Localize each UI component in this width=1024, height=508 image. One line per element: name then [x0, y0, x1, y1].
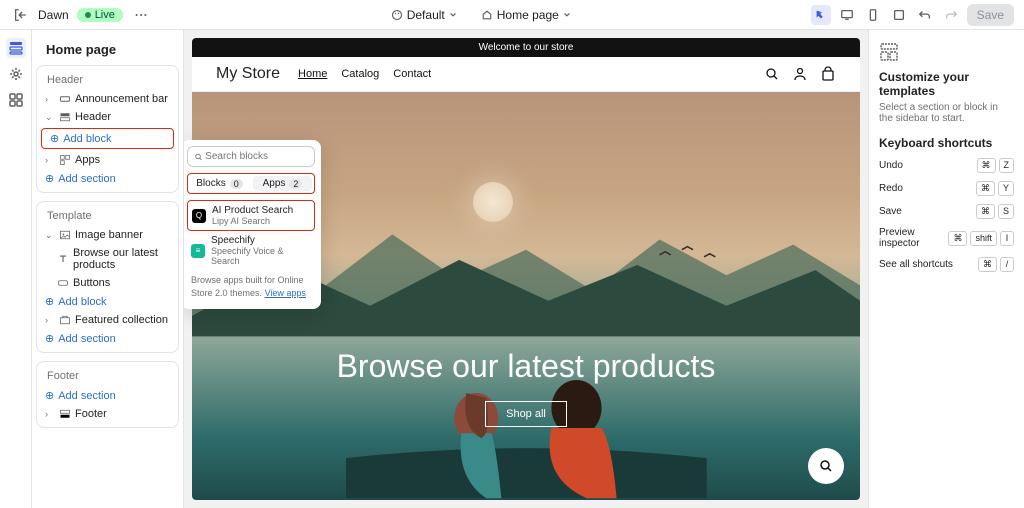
key: I	[1000, 231, 1014, 246]
image-banner-section[interactable]: ⌄Image banner	[37, 226, 178, 244]
plus-icon: ⊕	[45, 332, 54, 345]
search-icon	[194, 152, 203, 162]
button-icon	[57, 277, 69, 289]
block-search[interactable]	[187, 146, 315, 167]
store-name: My Store	[216, 65, 280, 83]
page-dropdown[interactable]: Home page	[475, 5, 577, 25]
shortcut-label: See all shortcuts	[879, 259, 953, 270]
shortcut-row[interactable]: Preview inspector⌘shiftI	[879, 223, 1014, 253]
chevron-down-icon	[449, 11, 457, 19]
chevron-down-icon	[563, 11, 571, 19]
key: ⌘	[976, 181, 995, 196]
fullscreen-button[interactable]	[889, 5, 909, 25]
plus-icon: ⊕	[45, 389, 54, 402]
add-block-link[interactable]: ⊕Add block	[37, 292, 178, 311]
theme-settings-tab-icon[interactable]	[6, 64, 26, 84]
add-section-link[interactable]: ⊕Add section	[37, 386, 178, 405]
undo-button[interactable]	[915, 5, 935, 25]
exit-button[interactable]	[10, 5, 30, 25]
apps-section[interactable]: ›Apps	[37, 151, 178, 169]
style-dropdown[interactable]: Default	[385, 5, 463, 25]
header-icon	[59, 111, 71, 123]
key: ⌘	[976, 204, 995, 219]
shortcut-row[interactable]: See all shortcuts ⌘/	[879, 253, 1014, 276]
account-icon[interactable]	[792, 66, 808, 82]
app-item-speechify[interactable]: ≡ SpeechifySpeechify Voice & Search	[187, 231, 315, 270]
header-section[interactable]: ⌄Header	[37, 108, 178, 126]
shortcut-row[interactable]: Save ⌘S	[879, 200, 1014, 223]
footer-icon	[59, 408, 71, 420]
nav-catalog[interactable]: Catalog	[341, 68, 379, 80]
heading-block[interactable]: Browse our latest products	[37, 244, 178, 274]
add-section-link[interactable]: ⊕Add section	[37, 329, 178, 348]
text-icon	[57, 253, 69, 265]
key: S	[998, 204, 1014, 219]
key: Z	[999, 158, 1015, 173]
mobile-view-button[interactable]	[863, 5, 883, 25]
apps-tab[interactable]: Apps2	[253, 176, 312, 191]
blocks-tab[interactable]: Blocks0	[190, 176, 249, 191]
buttons-block[interactable]: Buttons	[37, 274, 178, 292]
footer-section[interactable]: ›Footer	[37, 405, 178, 423]
apps-icon	[59, 154, 71, 166]
plus-icon: ⊕	[45, 295, 54, 308]
featured-collection-section[interactable]: ›Featured collection	[37, 311, 178, 329]
live-badge: Live	[77, 8, 123, 22]
cart-icon[interactable]	[820, 66, 836, 82]
shortcut-label: Save	[879, 206, 902, 217]
home-icon	[481, 9, 493, 21]
redo-button[interactable]	[941, 5, 961, 25]
template-icon	[879, 42, 899, 62]
app-item-ai-product-search[interactable]: Q AI Product SearchLipy AI Search	[187, 200, 315, 231]
key: ⌘	[948, 231, 967, 246]
palette-icon	[391, 9, 403, 21]
key: ⌘	[978, 257, 997, 272]
shortcut-label: Preview inspector	[879, 227, 948, 249]
search-icon[interactable]	[764, 66, 780, 82]
key: shift	[970, 231, 997, 246]
block-picker-popup: Blocks0 Apps2 Q AI Product SearchLipy AI…	[184, 140, 321, 309]
header-group-label: Header	[37, 70, 178, 90]
desktop-view-button[interactable]	[837, 5, 857, 25]
collection-icon	[59, 314, 71, 326]
sections-tab-icon[interactable]	[6, 38, 26, 58]
nav-contact[interactable]: Contact	[393, 68, 431, 80]
block-search-input[interactable]	[203, 149, 308, 164]
page-title: Home page	[36, 38, 179, 65]
nav-home[interactable]: Home	[298, 68, 327, 80]
hero-button[interactable]: Shop all	[485, 401, 567, 427]
app-embeds-tab-icon[interactable]	[6, 90, 26, 110]
add-block-link[interactable]: ⊕Add block	[42, 129, 173, 148]
key: ⌘	[977, 158, 996, 173]
announcement-bar: Welcome to our store	[192, 38, 860, 57]
view-apps-link[interactable]: View apps	[265, 288, 306, 298]
app-icon: ≡	[191, 244, 205, 258]
customize-text: Select a section or block in the sidebar…	[879, 102, 1014, 124]
image-icon	[59, 229, 71, 241]
customize-title: Customize your templates	[879, 70, 1014, 98]
shortcut-label: Undo	[879, 160, 903, 171]
template-group-label: Template	[37, 206, 178, 226]
shortcut-row[interactable]: Redo ⌘Y	[879, 177, 1014, 200]
add-section-link[interactable]: ⊕Add section	[37, 169, 178, 188]
plus-icon: ⊕	[45, 172, 54, 185]
theme-name: Dawn	[38, 8, 69, 22]
app-icon: Q	[192, 209, 206, 223]
popup-footer: Browse apps built for Online Store 2.0 t…	[187, 270, 315, 303]
key: Y	[998, 181, 1014, 196]
inspector-toggle[interactable]	[811, 5, 831, 25]
search-fab[interactable]	[808, 448, 844, 484]
footer-group-label: Footer	[37, 366, 178, 386]
announcement-section[interactable]: ›Announcement bar	[37, 90, 178, 108]
hero-title: Browse our latest products	[337, 348, 716, 385]
plus-icon: ⊕	[50, 132, 59, 145]
key: /	[1000, 257, 1014, 272]
shortcut-row[interactable]: Undo ⌘Z	[879, 154, 1014, 177]
shortcuts-title: Keyboard shortcuts	[879, 136, 1014, 150]
more-menu-button[interactable]	[131, 5, 151, 25]
shortcut-label: Redo	[879, 183, 903, 194]
save-button[interactable]: Save	[967, 4, 1014, 26]
announcement-icon	[59, 93, 71, 105]
